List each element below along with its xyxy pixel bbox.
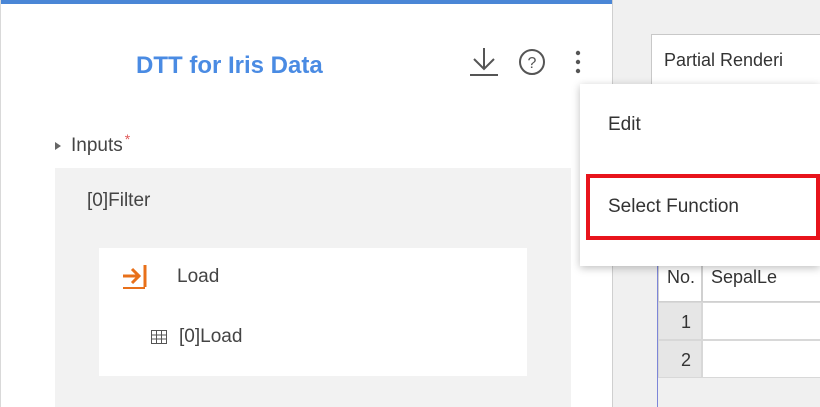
inputs-toggle[interactable]: Inputs * (55, 131, 130, 157)
menu-item-select-function[interactable]: Select Function (586, 174, 820, 240)
tab-label: Partial Renderi (664, 50, 784, 70)
table-icon (151, 330, 167, 344)
context-menu: Edit Select Function (580, 84, 820, 266)
download-icon[interactable] (467, 46, 501, 78)
column-header-label: SepalLe (711, 267, 778, 287)
table-cell[interactable] (702, 302, 820, 340)
load-label: Load (177, 266, 220, 287)
tab-partial-rendering[interactable]: Partial Renderi (651, 34, 820, 86)
table-cell[interactable] (702, 340, 820, 378)
menu-item-label: Select Function (608, 196, 739, 217)
load-output-label[interactable]: [0]Load (179, 326, 242, 348)
menu-item-label: Edit (608, 114, 641, 135)
row-number-label: 2 (680, 350, 691, 370)
column-header-label: No. (667, 267, 696, 287)
caret-right-icon (55, 142, 61, 150)
load-node[interactable]: Load [0]Load (99, 248, 527, 376)
row-number: 2 (658, 340, 702, 378)
required-marker: * (124, 131, 131, 147)
svg-text:?: ? (528, 55, 537, 72)
dtt-panel: DTT for Iris Data ? Inputs * [0]Filter L… (0, 0, 613, 407)
panel-accent-bar (1, 0, 613, 4)
filter-label[interactable]: [0]Filter (87, 190, 150, 212)
load-arrow-icon (123, 265, 147, 289)
data-grid: No. SepalLe 1 2 (657, 250, 820, 407)
row-number-label: 1 (680, 312, 691, 332)
row-number: 1 (658, 302, 702, 340)
more-vertical-icon[interactable] (571, 48, 585, 76)
filter-section: [0]Filter Load [0]Load (55, 168, 571, 407)
menu-item-edit[interactable]: Edit (580, 98, 820, 154)
help-icon[interactable]: ? (518, 48, 546, 76)
inputs-label: Inputs (71, 135, 123, 156)
panel-title: DTT for Iris Data (136, 52, 323, 79)
